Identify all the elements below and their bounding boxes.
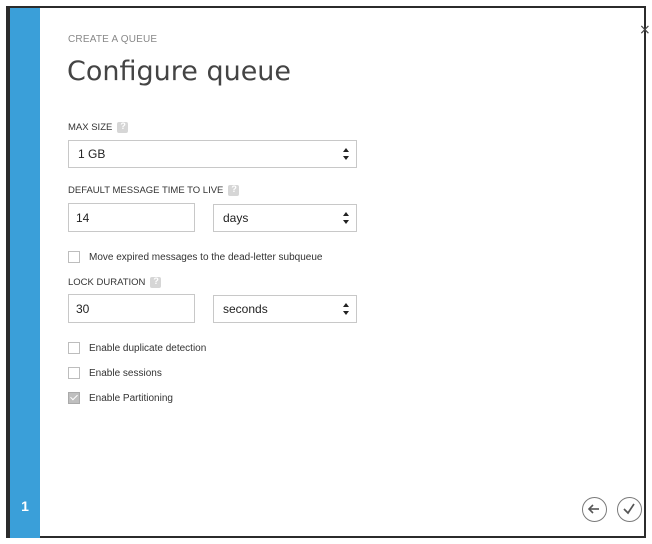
help-icon[interactable] bbox=[117, 121, 129, 133]
step-sidebar: 1 bbox=[10, 8, 40, 538]
partitioning-row[interactable]: Enable Partitioning bbox=[68, 392, 173, 404]
lock-duration-unit-select[interactable]: seconds bbox=[213, 295, 357, 323]
partitioning-label: Enable Partitioning bbox=[89, 392, 173, 404]
partitioning-checkbox[interactable] bbox=[68, 392, 80, 404]
ttl-input[interactable]: 14 bbox=[68, 203, 195, 232]
back-button[interactable] bbox=[582, 497, 607, 522]
page-title: Configure queue bbox=[67, 56, 292, 87]
close-icon[interactable]: × bbox=[639, 22, 651, 38]
help-icon[interactable] bbox=[150, 276, 162, 288]
ttl-unit-value: days bbox=[223, 211, 249, 225]
dead-letter-row[interactable]: Move expired messages to the dead-letter… bbox=[68, 251, 322, 263]
duplicate-detection-label: Enable duplicate detection bbox=[89, 342, 207, 354]
select-arrows-icon bbox=[343, 302, 350, 316]
select-arrows-icon bbox=[343, 211, 350, 225]
dead-letter-checkbox[interactable] bbox=[68, 251, 80, 263]
max-size-select[interactable]: 1 GB bbox=[68, 140, 357, 168]
ttl-unit-select[interactable]: days bbox=[213, 204, 357, 232]
lock-duration-value: 30 bbox=[76, 301, 90, 316]
arrow-left-icon bbox=[587, 504, 599, 514]
ttl-value: 14 bbox=[76, 210, 90, 225]
ttl-label: DEFAULT MESSAGE TIME TO LIVE bbox=[68, 185, 224, 196]
help-icon[interactable] bbox=[228, 184, 240, 196]
lock-duration-unit-value: seconds bbox=[223, 302, 268, 316]
lock-duration-input[interactable]: 30 bbox=[68, 294, 195, 323]
lock-duration-label-row: LOCK DURATION bbox=[68, 276, 162, 288]
max-size-label-row: MAX SIZE bbox=[68, 121, 129, 133]
select-arrows-icon bbox=[343, 147, 350, 161]
lock-duration-label: LOCK DURATION bbox=[68, 277, 146, 288]
sessions-row[interactable]: Enable sessions bbox=[68, 367, 162, 379]
max-size-label: MAX SIZE bbox=[68, 122, 113, 133]
done-button[interactable] bbox=[617, 497, 642, 522]
sessions-label: Enable sessions bbox=[89, 367, 162, 379]
checkmark-icon bbox=[623, 503, 635, 515]
duplicate-detection-checkbox[interactable] bbox=[68, 342, 80, 354]
max-size-value: 1 GB bbox=[78, 147, 106, 161]
duplicate-detection-row[interactable]: Enable duplicate detection bbox=[68, 342, 206, 354]
step-number: 1 bbox=[21, 498, 29, 514]
ttl-label-row: DEFAULT MESSAGE TIME TO LIVE bbox=[68, 184, 240, 196]
dialog-subtitle: CREATE A QUEUE bbox=[68, 34, 158, 45]
sessions-checkbox[interactable] bbox=[68, 367, 80, 379]
dead-letter-label: Move expired messages to the dead-letter… bbox=[89, 251, 323, 263]
